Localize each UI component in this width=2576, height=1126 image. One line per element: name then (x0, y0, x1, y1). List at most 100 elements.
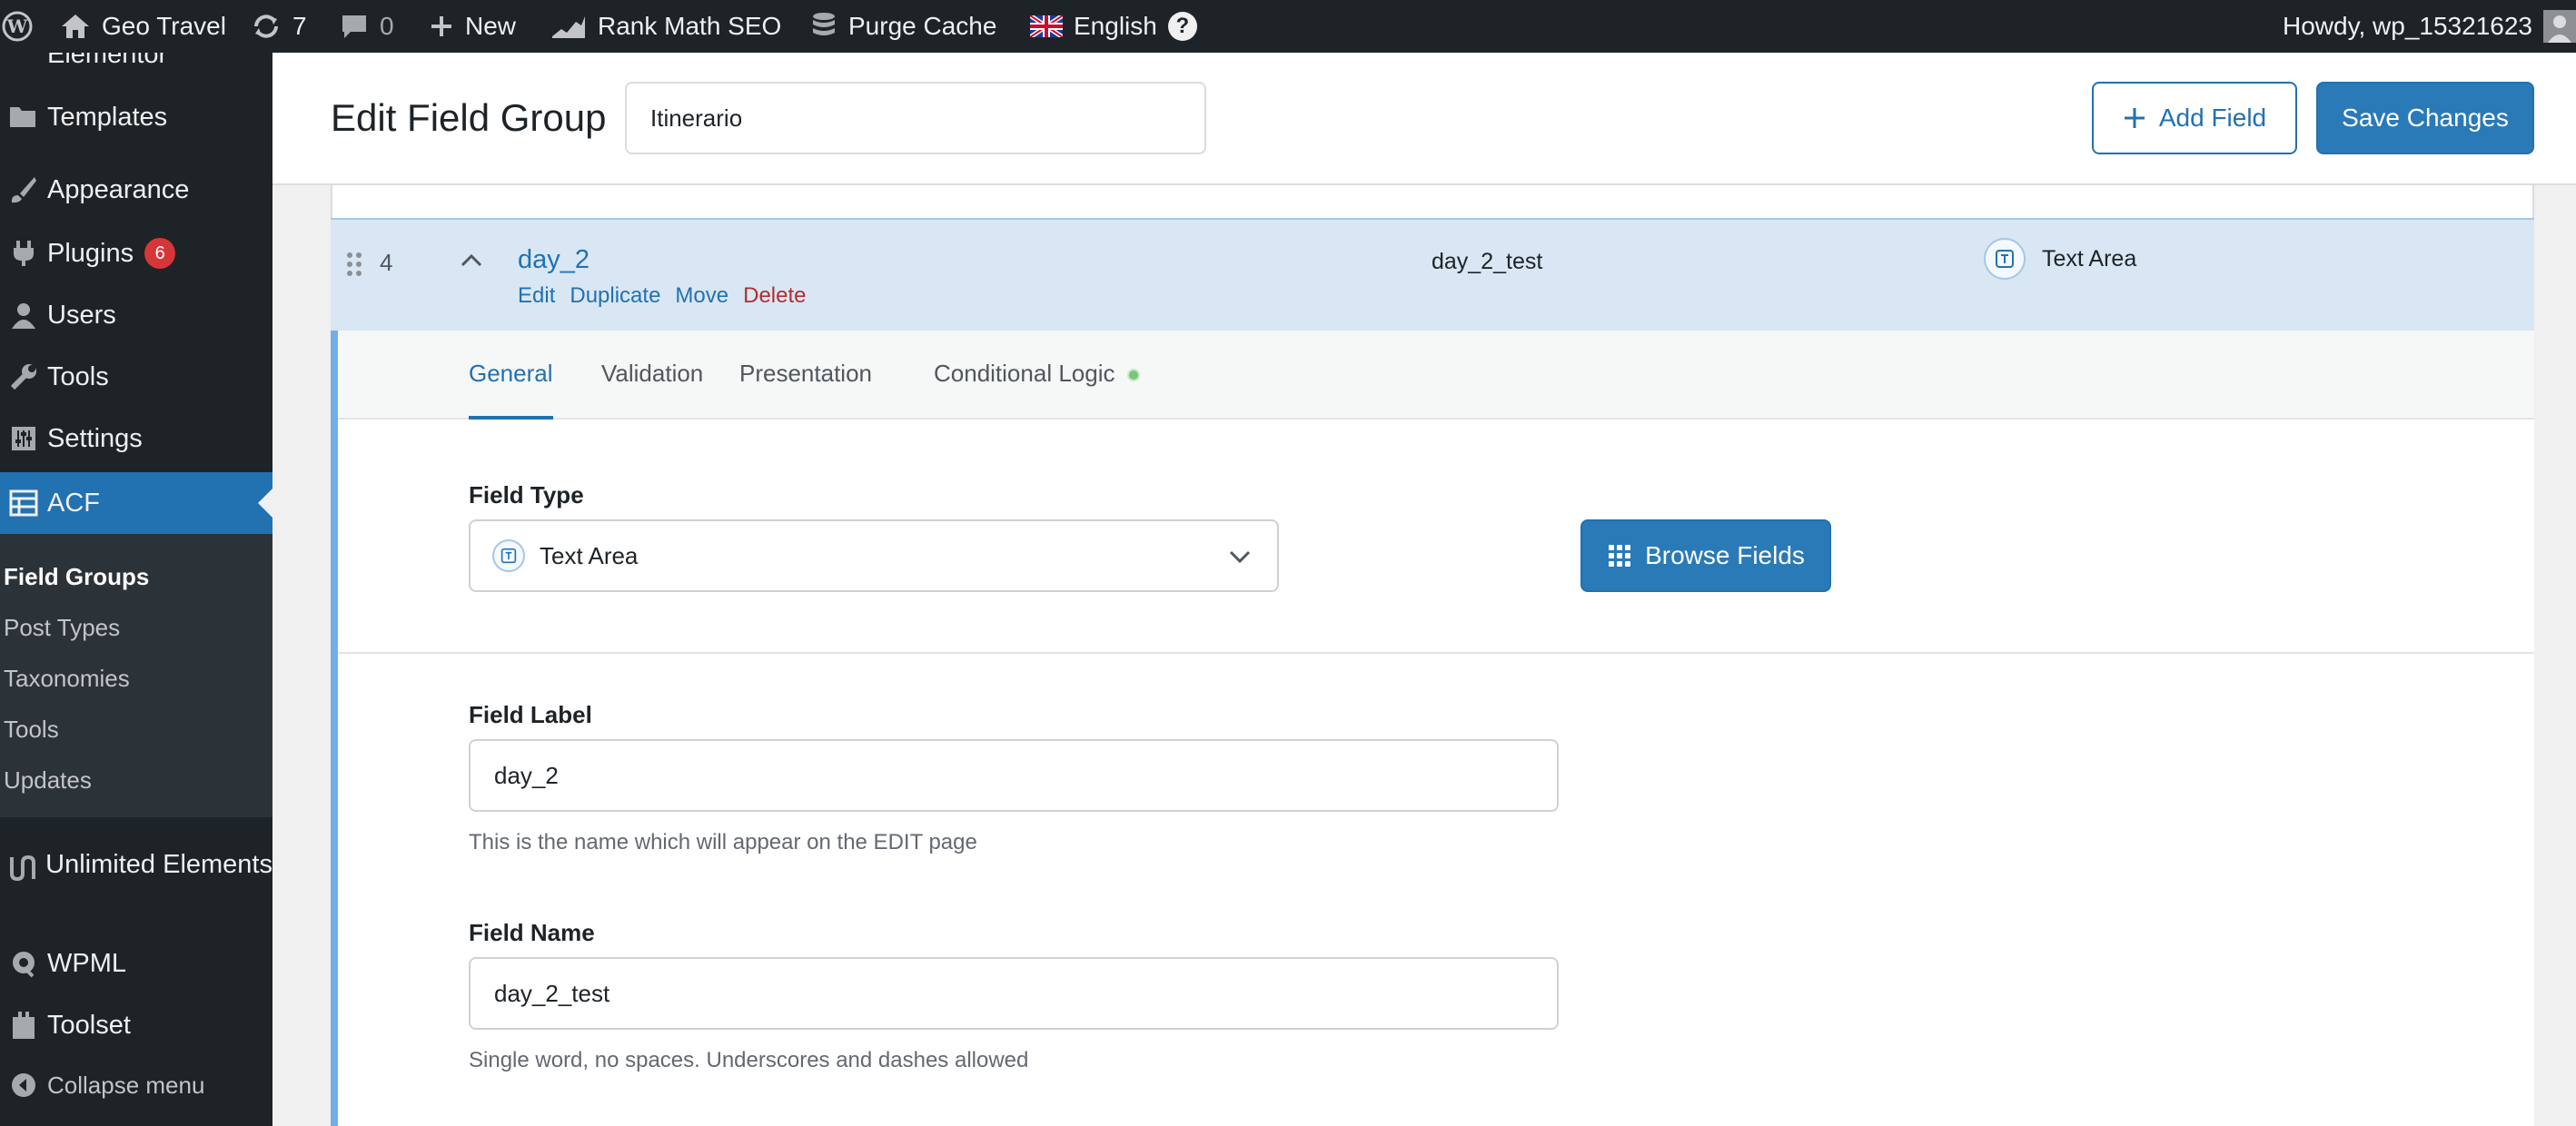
chevron-down-icon (1229, 550, 1251, 564)
text-area-type-icon (492, 539, 525, 572)
rank-math-link[interactable]: Rank Math SEO (550, 0, 781, 53)
refresh-icon (254, 15, 278, 38)
avatar[interactable] (2543, 0, 2576, 53)
field-group-title-input[interactable] (625, 82, 1206, 154)
field-type-column: Text Area (1984, 238, 2136, 280)
conditional-logic-status-dot (1127, 369, 1141, 382)
comment-icon (342, 15, 366, 38)
paintbrush-icon (0, 175, 47, 204)
submenu-tools[interactable]: Tools (4, 716, 59, 744)
tab-validation[interactable]: Validation (601, 360, 703, 420)
edit-field-link[interactable]: Edit (518, 283, 555, 309)
field-name-column: day_2_test (1432, 249, 1543, 274)
database-icon (813, 13, 835, 35)
menu-plugins[interactable]: Plugins 6 (0, 225, 272, 282)
page-title: Edit Field Group (331, 96, 607, 139)
menu-unlimited-elements[interactable]: Unlimited Elements (0, 848, 272, 921)
folder-icon (0, 104, 47, 131)
wordpress-logo-icon[interactable]: W (2, 0, 33, 53)
field-order-number: 4 (380, 249, 393, 276)
new-label: New (465, 12, 517, 40)
howdy-text: Howdy, wp_15321623 (2282, 12, 2532, 40)
my-account-link[interactable]: Howdy, wp_15321623 (2283, 0, 2532, 53)
settings-divider (338, 652, 2534, 654)
collapse-menu-button[interactable]: Collapse menu (0, 1057, 272, 1113)
site-name: Geo Travel (102, 12, 226, 40)
save-changes-button[interactable]: Save Changes (2316, 82, 2534, 154)
user-icon (0, 301, 47, 329)
field-row-actions: Edit Duplicate Move Delete (518, 283, 806, 309)
plugins-update-badge: 6 (144, 238, 176, 269)
plus-icon (2124, 108, 2145, 128)
current-menu-arrow (258, 489, 272, 518)
uk-flag-icon (1030, 15, 1063, 37)
duplicate-field-link[interactable]: Duplicate (570, 283, 660, 309)
comments-link[interactable]: 0 (340, 0, 394, 53)
field-type-label: Field Type (469, 481, 584, 509)
delete-field-link[interactable]: Delete (743, 283, 806, 309)
chevron-up-icon[interactable] (460, 249, 483, 272)
unlimited-elements-icon (0, 848, 45, 883)
menu-wpml[interactable]: WPML (0, 935, 272, 992)
tab-general[interactable]: General (469, 360, 553, 420)
menu-settings[interactable]: Settings (0, 410, 272, 467)
acf-submenu: Field Groups Post Types Taxonomies Tools… (0, 534, 272, 817)
new-content-link[interactable]: New (429, 0, 516, 53)
tab-presentation[interactable]: Presentation (739, 360, 872, 420)
grid-dots-icon (1609, 545, 1631, 567)
help-icon[interactable]: ? (1167, 12, 1197, 41)
rank-math-label: Rank Math SEO (598, 12, 782, 40)
wpml-icon (0, 949, 47, 978)
tab-conditional-logic[interactable]: Conditional Logic (934, 360, 1141, 420)
menu-tools[interactable]: Tools (0, 349, 272, 405)
field-name-label: Field Name (469, 919, 595, 946)
menu-acf[interactable]: ACF (0, 472, 272, 534)
field-label-help: This is the name which will appear on th… (469, 830, 977, 854)
submenu-post-types[interactable]: Post Types (4, 614, 120, 642)
field-name-help: Single word, no spaces. Underscores and … (469, 1048, 1029, 1072)
language-switcher[interactable]: English ? (1030, 0, 1197, 53)
wrench-icon (0, 362, 47, 391)
field-settings-tabs: General Validation Presentation Conditio… (338, 331, 2534, 420)
browse-fields-button[interactable]: Browse Fields (1580, 519, 1831, 592)
rank-math-icon (552, 16, 585, 38)
admin-sidebar: Elementor Templates Appearance Plugins 6… (0, 53, 272, 1126)
submenu-field-groups[interactable]: Field Groups (4, 563, 149, 591)
text-area-type-icon (1984, 238, 2026, 280)
menu-toolset[interactable]: Toolset (0, 997, 272, 1053)
field-name-input[interactable]: day_2_test (469, 957, 1559, 1030)
menu-appearance[interactable]: Appearance (0, 162, 272, 218)
svg-text:W: W (6, 15, 28, 37)
field-label-link[interactable]: day_2 (518, 245, 590, 275)
purge-cache-link[interactable]: Purge Cache (810, 0, 996, 53)
field-type-select[interactable]: Text Area (469, 519, 1279, 592)
field-row-active[interactable]: 4 day_2 Edit Duplicate Move Delete day_2… (331, 218, 2534, 331)
move-field-link[interactable]: Move (675, 283, 728, 309)
updates-count: 7 (292, 12, 307, 40)
admin-bar: W Geo Travel 7 0 New Rank Math SEO Purge… (0, 0, 2576, 53)
submenu-updates[interactable]: Updates (4, 766, 92, 795)
purge-cache-label: Purge Cache (848, 12, 997, 40)
field-label-input[interactable]: day_2 (469, 739, 1559, 812)
field-group-content: 4 day_2 Edit Duplicate Move Delete day_2… (272, 185, 2576, 1126)
language-label: English (1074, 12, 1157, 40)
plus-icon (431, 16, 451, 36)
home-icon (62, 15, 89, 38)
drag-handle-icon[interactable] (345, 251, 363, 278)
submenu-taxonomies[interactable]: Taxonomies (4, 665, 130, 693)
toolset-icon (0, 1010, 47, 1041)
settings-sliders-icon (0, 425, 47, 452)
menu-templates[interactable]: Templates (0, 89, 272, 145)
menu-users[interactable]: Users (0, 287, 272, 343)
menu-elementor[interactable]: Elementor (0, 53, 272, 73)
collapse-arrow-icon (0, 1072, 47, 1098)
site-name-link[interactable]: Geo Travel (60, 0, 226, 53)
field-settings-panel: General Validation Presentation Conditio… (331, 331, 2534, 1126)
comments-count: 0 (380, 12, 394, 40)
updates-link[interactable]: 7 (251, 0, 307, 53)
acf-grid-icon (0, 489, 47, 517)
avatar-icon (2543, 10, 2576, 43)
add-field-button[interactable]: Add Field (2092, 82, 2297, 154)
field-group-header: Edit Field Group Add Field Save Changes (272, 53, 2576, 185)
plug-icon (0, 239, 47, 268)
